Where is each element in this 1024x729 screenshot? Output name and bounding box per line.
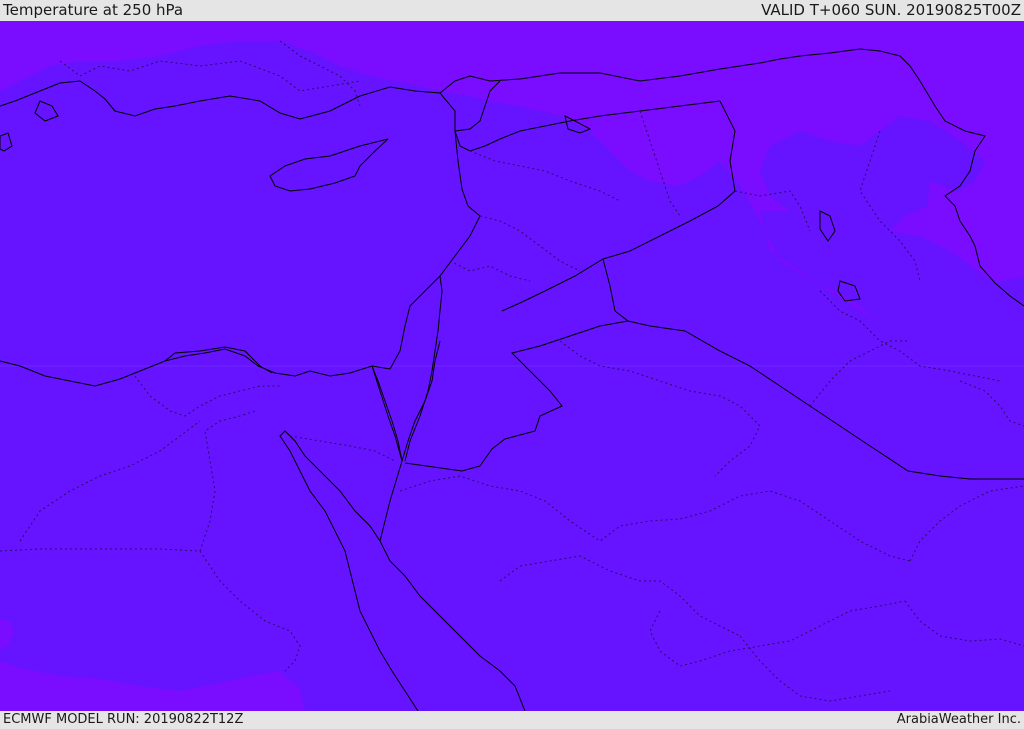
title-bar: Temperature at 250 hPa VALID T+060 SUN. … — [0, 0, 1024, 21]
model-run-label: ECMWF MODEL RUN: 20190822T12Z — [3, 712, 244, 727]
map-title: Temperature at 250 hPa — [3, 1, 184, 19]
temperature-map-svg — [0, 21, 1024, 711]
credit-label: ArabiaWeather Inc. — [896, 712, 1021, 727]
valid-time-label: VALID T+060 SUN. 20190825T00Z — [761, 1, 1021, 19]
footer-bar: ECMWF MODEL RUN: 20190822T12Z ArabiaWeat… — [0, 711, 1024, 729]
map-panel — [0, 21, 1024, 711]
weather-map-frame: Temperature at 250 hPa VALID T+060 SUN. … — [0, 0, 1024, 729]
